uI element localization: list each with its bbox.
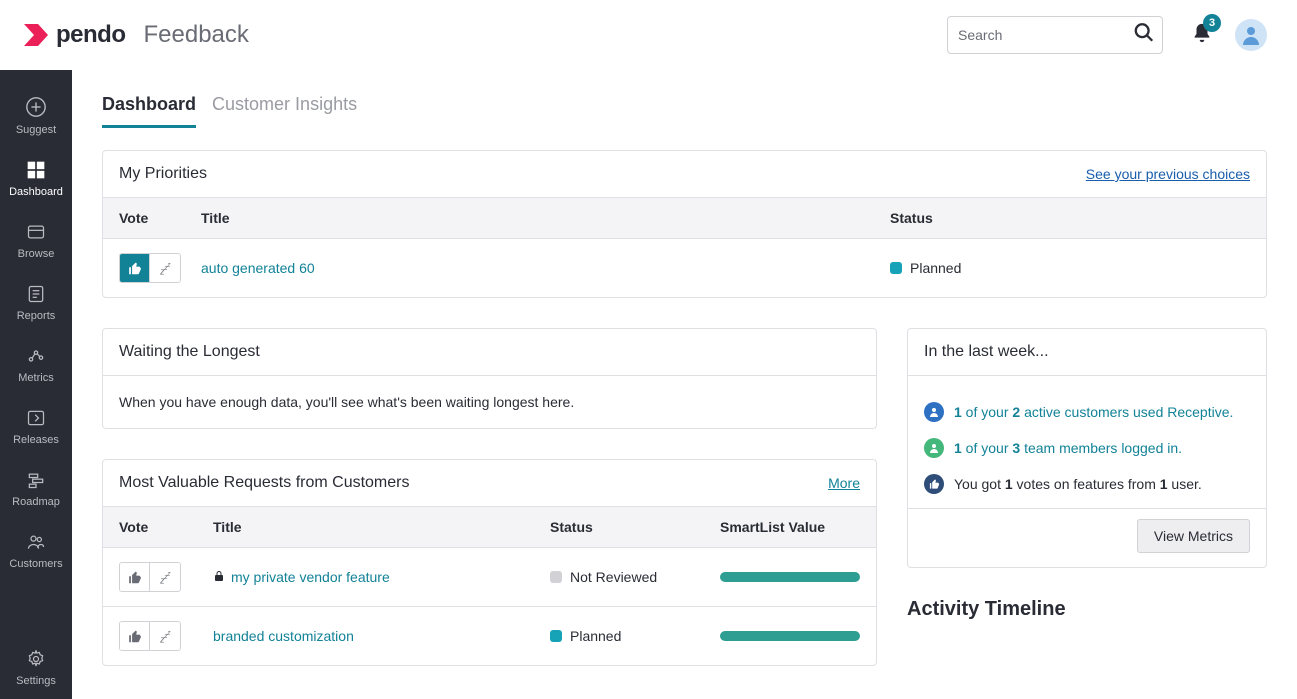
- status-label: Planned: [570, 628, 621, 644]
- thumbs-up-button[interactable]: [120, 254, 150, 283]
- most-valuable-card: Most Valuable Requests from Customers Mo…: [102, 459, 877, 666]
- activity-timeline-title: Activity Timeline: [907, 598, 1267, 621]
- table-header: Vote Title Status SmartList Value: [103, 506, 876, 548]
- col-smartlist: SmartList Value: [720, 519, 860, 535]
- waiting-empty-text: When you have enough data, you'll see wh…: [119, 394, 574, 410]
- search-icon[interactable]: [1133, 22, 1155, 49]
- sidebar-item-label: Settings: [16, 675, 56, 687]
- user-circle-icon: [924, 402, 944, 422]
- sidebar-item-label: Customers: [9, 558, 62, 570]
- search-box: [947, 16, 1163, 54]
- tabs: Dashboard Customer Insights: [102, 94, 1267, 128]
- col-status: Status: [890, 210, 1250, 226]
- smartlist-bar: [720, 631, 860, 641]
- my-priorities-card: My Priorities See your previous choices …: [102, 150, 1267, 298]
- sidebar-item-dashboard[interactable]: Dashboard: [0, 148, 72, 210]
- sidebar-item-label: Releases: [13, 434, 59, 446]
- status-label: Not Reviewed: [570, 569, 657, 585]
- view-metrics-button[interactable]: View Metrics: [1137, 519, 1250, 553]
- sidebar-item-metrics[interactable]: Metrics: [0, 334, 72, 396]
- sidebar-item-customers[interactable]: Customers: [0, 520, 72, 582]
- sidebar: Suggest Dashboard Browse Reports Metrics…: [0, 70, 72, 699]
- tab-customer-insights[interactable]: Customer Insights: [212, 94, 357, 128]
- card-title: Most Valuable Requests from Customers: [119, 474, 409, 492]
- table-header: Vote Title Status: [103, 197, 1266, 239]
- sidebar-item-label: Suggest: [16, 124, 56, 136]
- sidebar-item-settings[interactable]: Settings: [0, 637, 72, 699]
- card-title: Waiting the Longest: [119, 343, 260, 361]
- vote-buttons: zzz: [119, 253, 181, 283]
- col-title: Title: [213, 519, 550, 535]
- sidebar-item-label: Reports: [17, 310, 56, 322]
- table-row: zzz auto generated 60 Planned: [103, 239, 1266, 297]
- brand-name: pendo: [56, 21, 126, 49]
- snooze-button[interactable]: zzz: [150, 622, 180, 651]
- sidebar-item-label: Dashboard: [9, 186, 63, 198]
- lock-icon: [213, 569, 225, 585]
- avatar[interactable]: [1235, 19, 1267, 51]
- card-title: My Priorities: [119, 165, 207, 183]
- stat-votes: You got 1 votes on features from 1 user.: [924, 466, 1250, 502]
- vote-buttons: zzz: [119, 562, 181, 592]
- sidebar-item-suggest[interactable]: Suggest: [0, 84, 72, 148]
- notifications-button[interactable]: 3: [1191, 22, 1213, 49]
- snooze-button[interactable]: zzz: [150, 254, 180, 283]
- sidebar-item-browse[interactable]: Browse: [0, 210, 72, 272]
- request-link[interactable]: auto generated 60: [201, 260, 315, 276]
- status-dot-icon: [550, 571, 562, 583]
- smartlist-bar: [720, 572, 860, 582]
- thumbs-up-button[interactable]: [120, 563, 150, 592]
- col-vote: Vote: [119, 210, 201, 226]
- col-title: Title: [201, 210, 890, 226]
- sidebar-item-label: Browse: [18, 248, 55, 260]
- tab-dashboard[interactable]: Dashboard: [102, 94, 196, 128]
- snooze-button[interactable]: zzz: [150, 563, 180, 592]
- brand-logo[interactable]: pendo Feedback: [22, 21, 249, 49]
- thumbs-up-button[interactable]: [120, 622, 150, 651]
- last-week-card: In the last week... 1 of your 2 active c…: [907, 328, 1267, 568]
- pendo-logo-icon: [22, 22, 48, 48]
- sidebar-item-label: Roadmap: [12, 496, 60, 508]
- vote-buttons: zzz: [119, 621, 181, 651]
- app-name: Feedback: [144, 21, 249, 49]
- search-input[interactable]: [947, 16, 1163, 54]
- stat-customers: 1 of your 2 active customers used Recept…: [924, 394, 1250, 430]
- stat-team: 1 of your 3 team members logged in.: [924, 430, 1250, 466]
- col-status: Status: [550, 519, 720, 535]
- sidebar-item-reports[interactable]: Reports: [0, 272, 72, 334]
- sidebar-item-roadmap[interactable]: Roadmap: [0, 458, 72, 520]
- table-row: zzz branded customization Planned: [103, 607, 876, 665]
- status-dot-icon: [890, 262, 902, 274]
- request-link[interactable]: my private vendor feature: [231, 569, 390, 585]
- request-link[interactable]: branded customization: [213, 628, 354, 644]
- sidebar-item-releases[interactable]: Releases: [0, 396, 72, 458]
- main-content: Dashboard Customer Insights My Prioritie…: [72, 70, 1297, 699]
- more-link[interactable]: More: [828, 475, 860, 491]
- app-header: pendo Feedback 3: [0, 0, 1297, 70]
- thumb-circle-icon: [924, 474, 944, 494]
- waiting-longest-card: Waiting the Longest When you have enough…: [102, 328, 877, 429]
- previous-choices-link[interactable]: See your previous choices: [1086, 166, 1250, 182]
- status-dot-icon: [550, 630, 562, 642]
- sidebar-item-label: Metrics: [18, 372, 53, 384]
- col-vote: Vote: [119, 519, 213, 535]
- status-label: Planned: [910, 260, 961, 276]
- notification-badge: 3: [1203, 14, 1221, 32]
- team-circle-icon: [924, 438, 944, 458]
- card-title: In the last week...: [924, 343, 1049, 361]
- table-row: zzz my private vendor feature Not Review…: [103, 548, 876, 607]
